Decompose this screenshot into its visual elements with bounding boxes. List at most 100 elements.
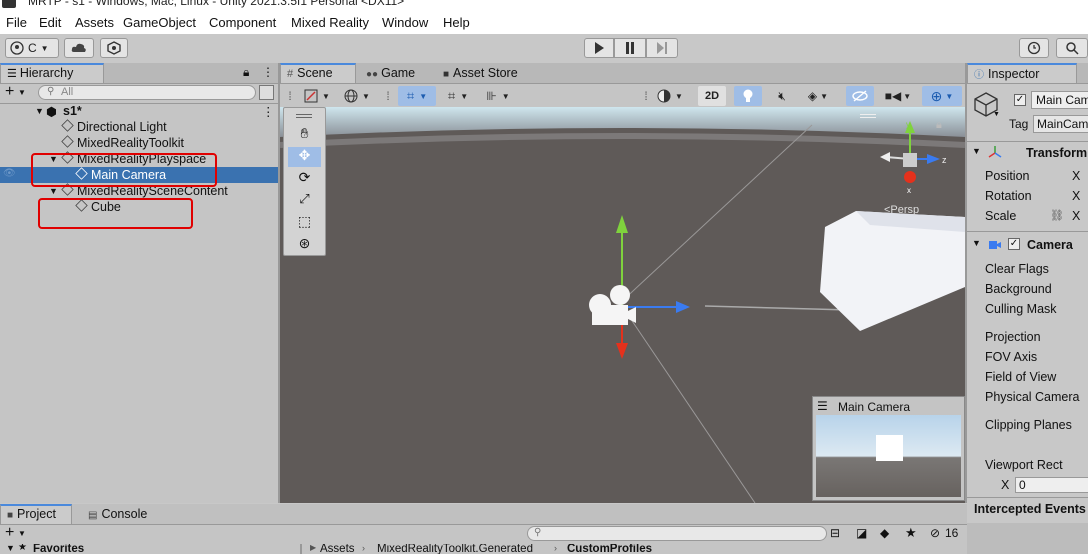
link-icon[interactable]: ⛓ — [1050, 209, 1064, 222]
menu-window[interactable]: Window — [382, 15, 428, 30]
kebab-menu-icon[interactable]: ⋮ — [262, 65, 274, 79]
camera-component-header[interactable]: ▼ ✓ Camera — [967, 235, 1088, 255]
hamburger-icon[interactable]: ☰ — [817, 399, 828, 413]
window-title: MRTP - s1 - Windows, Mac, Linux - Unity … — [28, 0, 405, 8]
camera-settings-dropdown[interactable]: ■◀ ▼ — [880, 86, 916, 106]
favorites-label: Favorites — [33, 544, 85, 554]
expand-arrow-icon[interactable]: ▼ — [972, 146, 981, 156]
expand-arrow-icon[interactable]: ▼ — [972, 238, 981, 248]
hidden-objects-toggle[interactable] — [846, 86, 874, 106]
search-button[interactable] — [1056, 38, 1088, 58]
menu-help[interactable]: Help — [443, 15, 470, 30]
scene-row[interactable]: ▼ ⬢ s1* ⋮ — [0, 103, 278, 119]
menu-edit[interactable]: Edit — [39, 15, 61, 30]
orientation-gizmo[interactable]: y z x — [872, 119, 952, 199]
search-by-type-icon[interactable]: ⊟ — [830, 526, 840, 540]
scene-panel-header: # Scene ●● Game ■ Asset Store ⁞ ▼ ▼ ⁞ ⌗ ▼ ⌗ ▼… — [280, 63, 965, 107]
drag-handle-icon[interactable]: ⁞ — [642, 86, 650, 106]
ruler-dropdown[interactable]: ⊪ ▼ — [480, 86, 516, 106]
kebab-menu-icon[interactable]: ⋮ — [262, 104, 275, 119]
hand-tool-icon[interactable]: ✋︎ — [288, 125, 321, 145]
tag-dropdown[interactable]: MainCam — [1033, 115, 1088, 133]
star-icon[interactable]: ★ — [905, 525, 917, 541]
transform-header[interactable]: ▼ Transform — [967, 143, 1088, 163]
scene-name: s1* — [63, 104, 82, 118]
move-tool-icon[interactable]: ✥ — [288, 147, 321, 167]
tab-hierarchy[interactable]: ☰ Hierarchy — [0, 63, 104, 83]
menu-file[interactable]: File — [6, 15, 27, 30]
menu-mixed-reality[interactable]: Mixed Reality — [291, 15, 369, 30]
item-label: MixedRealityToolkit — [77, 136, 184, 150]
increment-snap-dropdown[interactable]: ⌗ ▼ — [440, 86, 476, 106]
drag-handle-icon[interactable] — [296, 117, 312, 118]
cloud-button[interactable] — [64, 38, 94, 58]
hidden-packages-icon[interactable]: ⊘ — [930, 526, 940, 540]
visibility-icon[interactable]: 👁︎ — [3, 168, 16, 179]
history-button[interactable] — [1019, 38, 1049, 58]
scene-view[interactable]: ✋︎ ✥ ⟳ ⤢ ⬚ ⊛ 🔒︎ y z x <Persp ☰ Main Came… — [280, 107, 965, 503]
expand-arrow-icon[interactable]: ▼ — [49, 186, 58, 196]
add-icon[interactable]: + — [5, 524, 14, 542]
hierarchy-search-input[interactable]: ⚲ All — [38, 85, 256, 100]
project-content-header: ▼ ★ Favorites ▶ Assets › MixedRealityToo… — [0, 544, 967, 554]
drag-handle-icon[interactable] — [296, 114, 312, 115]
mode-2d-toggle[interactable]: 2D — [698, 86, 726, 106]
transform-rotation-row: Rotation X — [967, 187, 1088, 205]
pause-button[interactable] — [614, 38, 646, 58]
play-button[interactable] — [584, 38, 614, 58]
menu-gameobject[interactable]: GameObject — [123, 15, 196, 30]
step-button[interactable] — [646, 38, 678, 58]
tab-project[interactable]: ■ Project — [0, 504, 72, 524]
globe-dropdown[interactable]: ▼ — [340, 86, 374, 106]
rotate-tool-icon[interactable]: ⟳ — [288, 169, 321, 189]
lock-icon[interactable]: 🔒︎ — [243, 65, 249, 80]
project-search-input[interactable]: ⚲ — [527, 526, 827, 541]
inspector-tabbar: ⓘ Inspector — [967, 63, 1088, 84]
scene-toolbar: ⁞ ▼ ▼ ⁞ ⌗ ▼ ⌗ ▼ ⊪ ▼ ⁞ ▼ 2D 🔇︎ ◈ ▼ ■◀ ▼ ⊕ ▼ — [280, 84, 965, 107]
add-icon[interactable]: + — [5, 83, 14, 101]
lighting-toggle[interactable] — [734, 86, 762, 106]
intercepted-events-header[interactable]: Intercepted Events — [967, 498, 1088, 523]
left-triangle-icon: ▶ — [310, 544, 317, 552]
drag-handle-icon[interactable]: ⁞ — [384, 86, 392, 106]
account-dropdown[interactable]: C ▼ — [5, 38, 59, 58]
chevron-down-icon[interactable]: ▼ — [18, 88, 26, 97]
tab-asset-store[interactable]: ■ Asset Store — [437, 63, 524, 83]
tab-scene[interactable]: # Scene — [280, 63, 356, 83]
rect-tool-icon[interactable]: ⬚ — [288, 213, 321, 233]
transform-tool-icon[interactable]: ⊛ — [288, 235, 321, 255]
breadcrumb-item[interactable]: MixedRealityToolkit.Generated — [377, 544, 533, 554]
list-item[interactable]: MixedRealityToolkit — [0, 135, 278, 151]
breadcrumb-item[interactable]: CustomProfiles — [567, 544, 652, 554]
expand-arrow-icon[interactable]: ▼ — [35, 106, 44, 116]
expand-arrow-icon[interactable]: ▼ — [6, 544, 15, 553]
filter-type-icon[interactable]: ◪ — [856, 526, 867, 540]
breadcrumb-item[interactable]: Assets — [320, 544, 355, 554]
search-by-type-icon[interactable] — [259, 85, 274, 100]
move-gizmo[interactable] — [570, 207, 690, 377]
effects-dropdown[interactable]: ◈ ▼ — [800, 86, 836, 106]
drag-handle-icon[interactable]: ⁞ — [286, 86, 294, 106]
collab-button[interactable] — [100, 38, 128, 58]
label-tag-icon[interactable]: ◆ — [880, 526, 889, 540]
menu-component[interactable]: Component — [209, 15, 276, 30]
active-checkbox[interactable]: ✓ — [1014, 94, 1026, 106]
chevron-down-icon[interactable]: ▼ — [18, 529, 26, 538]
tab-game[interactable]: ●● Game — [360, 63, 421, 83]
chevron-down-icon[interactable]: ▼ — [993, 111, 1000, 118]
field-label: Background — [985, 282, 1052, 296]
scale-tool-icon[interactable]: ⤢ — [288, 191, 321, 211]
menu-assets[interactable]: Assets — [75, 15, 114, 30]
grid-snap-dropdown[interactable]: ⌗ ▼ — [398, 86, 436, 106]
tab-console[interactable]: ▤ Console — [82, 504, 153, 524]
viewport-x-input[interactable]: 0 — [1015, 477, 1088, 493]
shading-dropdown[interactable]: ▼ — [652, 86, 688, 106]
camera-enabled-checkbox[interactable]: ✓ — [1008, 238, 1020, 250]
gizmos-dropdown[interactable]: ⊕ ▼ — [922, 86, 962, 106]
draw-mode-dropdown[interactable]: ▼ — [300, 86, 334, 106]
tab-inspector[interactable]: ⓘ Inspector — [967, 63, 1077, 83]
object-name-field[interactable]: Main Cam — [1031, 91, 1088, 109]
list-item[interactable]: Directional Light — [0, 119, 278, 135]
perspective-label[interactable]: <Persp — [884, 204, 919, 216]
audio-toggle[interactable]: 🔇︎ — [768, 86, 796, 106]
